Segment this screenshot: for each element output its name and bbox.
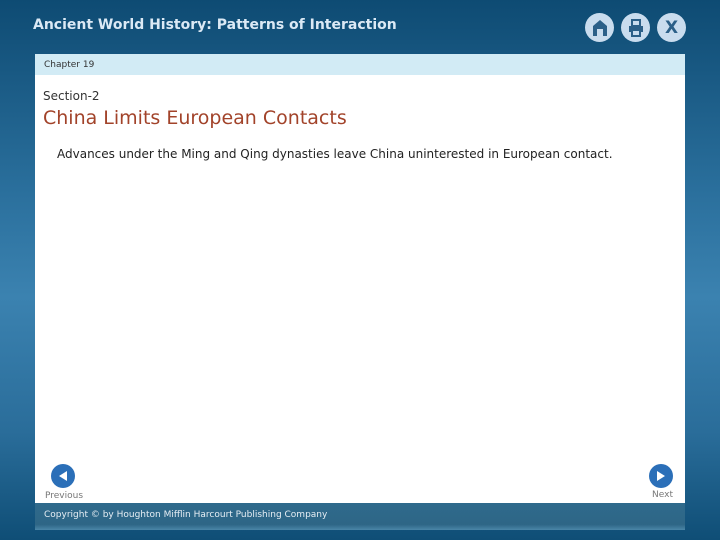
page-title: China Limits European Contacts — [43, 107, 347, 129]
content-panel: Chapter 19 Section-2 China Limits Europe… — [35, 54, 685, 503]
home-icon — [592, 19, 607, 36]
close-button[interactable]: X — [657, 13, 686, 42]
copyright-footer: Copyright © by Houghton Mifflin Harcourt… — [35, 503, 685, 530]
home-button[interactable] — [585, 13, 614, 42]
body-text: Advances under the Ming and Qing dynasti… — [57, 147, 613, 161]
arrow-left-icon — [59, 471, 67, 481]
chapter-label: Chapter 19 — [35, 54, 685, 75]
section-label: Section-2 — [43, 89, 100, 103]
close-icon: X — [664, 17, 679, 38]
previous-button[interactable] — [51, 464, 75, 488]
print-button[interactable] — [621, 13, 650, 42]
next-label[interactable]: Next — [652, 490, 673, 500]
app-title: Ancient World History: Patterns of Inter… — [33, 17, 397, 33]
arrow-right-icon — [657, 471, 665, 481]
print-icon — [628, 18, 643, 37]
previous-label[interactable]: Previous — [45, 491, 83, 501]
next-button[interactable] — [649, 464, 673, 488]
